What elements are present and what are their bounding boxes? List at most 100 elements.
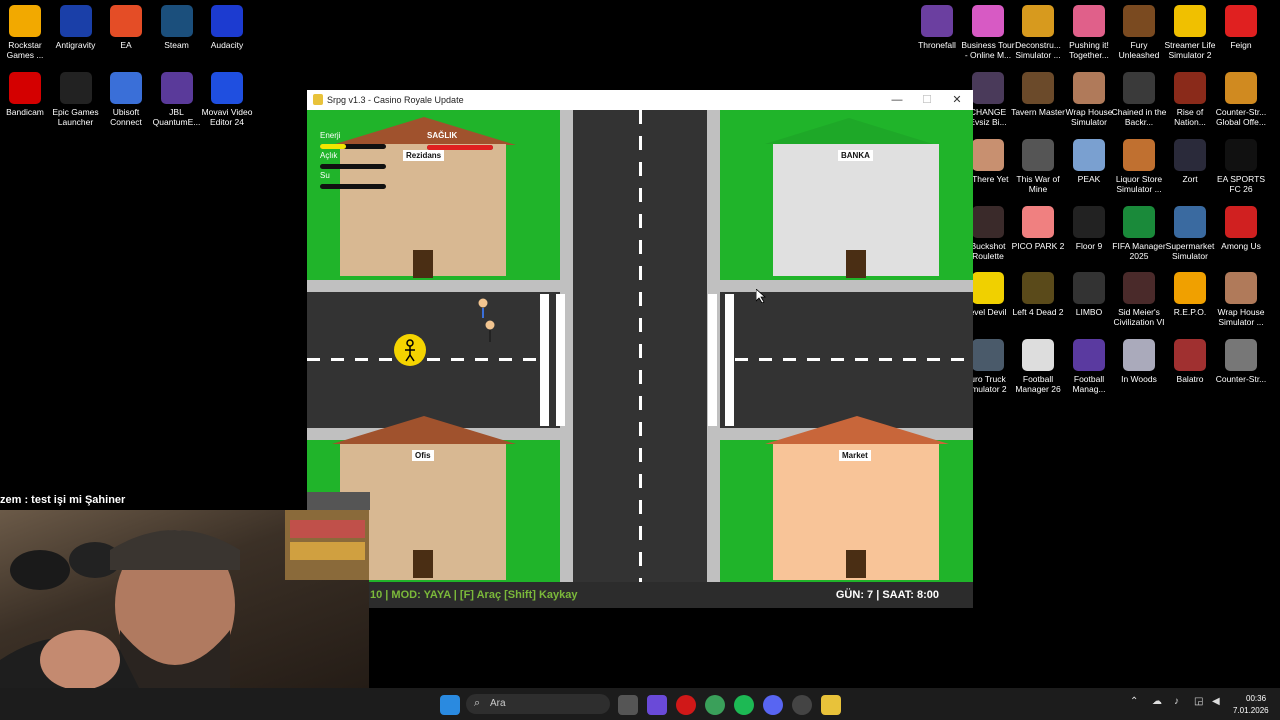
desktop-shortcut[interactable]: Wrap House Simulator [1061, 72, 1117, 127]
desktop-shortcut[interactable]: PEAK [1061, 139, 1117, 184]
clock-time[interactable]: 00:36 [1246, 694, 1266, 703]
desktop-shortcut-label: Business Tour - Online M... [961, 40, 1015, 60]
among-us-icon [1225, 206, 1257, 238]
game-window[interactable]: Srpg v1.3 - Casino Royale Update — ☐ ✕ R… [307, 90, 973, 608]
chat-overlay-box [307, 492, 370, 510]
desktop-shortcut[interactable]: Thronefall [909, 5, 965, 50]
tray-mic-icon[interactable]: ♪ [1174, 696, 1179, 707]
webcam-feed [0, 510, 369, 690]
tray-chevron-icon[interactable]: ⌃ [1130, 696, 1138, 707]
desktop-shortcut[interactable]: PICO PARK 2 [1010, 206, 1066, 251]
maximize-button[interactable]: ☐ [917, 92, 937, 108]
desktop-shortcut[interactable]: Steam [149, 5, 205, 50]
desktop-shortcut[interactable]: Wrap House Simulator ... [1213, 272, 1269, 327]
crosswalk-stripe [556, 294, 565, 426]
desktop-shortcut[interactable]: Business Tour - Online M... [960, 5, 1016, 60]
cs2-icon [1225, 339, 1257, 371]
lane-dash [451, 358, 464, 361]
desktop-shortcut-label: Balatro [1176, 374, 1204, 384]
desktop-shortcut-label: Supermarket Simulator [1165, 241, 1215, 261]
close-button[interactable]: ✕ [947, 92, 967, 108]
python-game-icon[interactable] [821, 695, 841, 715]
residence-door[interactable] [413, 250, 433, 278]
office-door[interactable] [413, 550, 433, 578]
desktop-shortcut[interactable]: Pushing it! Together... [1061, 5, 1117, 60]
desktop-shortcut[interactable]: R.E.P.O. [1162, 272, 1218, 317]
desktop-shortcut[interactable]: Sid Meier's Civilization VI [1111, 272, 1167, 327]
desktop-shortcut[interactable]: Supermarket Simulator [1162, 206, 1218, 261]
desktop-shortcut[interactable]: Antigravity [48, 5, 104, 50]
desktop-shortcut[interactable]: Counter-Str... [1213, 339, 1269, 384]
desktop-shortcut[interactable]: Rise of Nation... [1162, 72, 1218, 127]
start-windows-icon[interactable] [440, 695, 460, 715]
desktop-shortcut[interactable]: Ubisoft Connect [98, 72, 154, 127]
copilot-icon[interactable] [647, 695, 667, 715]
desktop-shortcut[interactable]: Liquor Store Simulator ... [1111, 139, 1167, 194]
desktop-shortcut[interactable]: Among Us [1213, 206, 1269, 251]
status-mode-text: 10 | MOD: YAYA | [F] Araç [Shift] Kaykay [370, 589, 578, 601]
desktop-shortcut[interactable]: EA SPORTS FC 26 [1213, 139, 1269, 194]
tray-network-icon[interactable]: ☁ [1152, 696, 1162, 707]
desktop-shortcut[interactable]: EA [98, 5, 154, 50]
desktop-shortcut-label: Rise of Nation... [1174, 107, 1206, 127]
window-title: Srpg v1.3 - Casino Royale Update [327, 95, 464, 105]
office-roof [332, 416, 516, 444]
desktop-shortcut[interactable]: Deconstru... Simulator ... [1010, 5, 1066, 60]
desktop-shortcut[interactable]: Football Manager 26 [1010, 339, 1066, 394]
desktop-shortcut-label: EA SPORTS FC 26 [1216, 174, 1266, 194]
taskbar [0, 688, 1280, 720]
game-canvas[interactable]: Rezidans BANKA Ofis Market Enerji Açlık [307, 110, 973, 582]
fm26-icon [1022, 339, 1054, 371]
bank-door[interactable] [846, 250, 866, 278]
desktop-shortcut[interactable]: Floor 9 [1061, 206, 1117, 251]
desktop-shortcut[interactable]: Audacity [199, 5, 255, 50]
lane-dash [307, 358, 320, 361]
ubisoft-icon [110, 72, 142, 104]
desktop-shortcut-label: Fury Unleashed [1118, 40, 1160, 60]
opera-icon[interactable] [676, 695, 696, 715]
desktop-shortcut[interactable]: Counter-Str... Global Offe... [1213, 72, 1269, 127]
discord-icon[interactable] [763, 695, 783, 715]
there-yet-icon [972, 139, 1004, 171]
desktop-shortcut[interactable]: FIFA Manager 2025 [1111, 206, 1167, 261]
desktop-shortcut[interactable]: Fury Unleashed [1111, 5, 1167, 60]
crosswalk-stripe [708, 294, 717, 426]
desktop-shortcut[interactable]: This War of Mine [1010, 139, 1066, 194]
obs-icon[interactable] [792, 695, 812, 715]
player-character [394, 334, 426, 366]
desktop-shortcut[interactable]: Tavern Master [1010, 72, 1066, 117]
lane-dash [639, 474, 642, 488]
clock-date[interactable]: 7.01.2026 [1233, 706, 1269, 715]
lane-dash [331, 358, 344, 361]
desktop-shortcut[interactable]: Football Manag... [1061, 339, 1117, 394]
lane-dash [355, 358, 368, 361]
taskbar-search[interactable]: ⌕ Ara [466, 694, 610, 714]
desktop-shortcut[interactable]: Rockstar Games ... [0, 5, 53, 60]
desktop-shortcut[interactable]: Streamer Life Simulator 2 [1162, 5, 1218, 60]
desktop-shortcut[interactable]: Chained in the Backr... [1111, 72, 1167, 127]
desktop-shortcut[interactable]: Epic Games Launcher [48, 72, 104, 127]
desktop-shortcut[interactable]: Balatro [1162, 339, 1218, 384]
desktop-shortcut[interactable]: Feign [1213, 5, 1269, 50]
lane-dash [639, 266, 642, 280]
desktop-shortcut[interactable]: In Woods [1111, 339, 1167, 384]
lane-dash [735, 358, 748, 361]
spotify-icon[interactable] [734, 695, 754, 715]
tray-wifi-icon[interactable]: ◲ [1194, 696, 1203, 707]
window-titlebar[interactable]: Srpg v1.3 - Casino Royale Update — ☐ ✕ [307, 90, 973, 110]
csgo-icon [1225, 72, 1257, 104]
task-view-icon[interactable] [618, 695, 638, 715]
lane-dash [855, 358, 868, 361]
chrome-icon[interactable] [705, 695, 725, 715]
market-door[interactable] [846, 550, 866, 578]
desktop-shortcut[interactable]: LIMBO [1061, 272, 1117, 317]
desktop-shortcut[interactable]: Bandicam [0, 72, 53, 117]
desktop-shortcut[interactable]: Zort [1162, 139, 1218, 184]
desktop-shortcut[interactable]: Movavi Video Editor 24 [199, 72, 255, 127]
limbo-icon [1073, 272, 1105, 304]
desktop-shortcut[interactable]: JBL QuantumE... [149, 72, 205, 127]
water-label: Su [320, 171, 330, 180]
desktop-shortcut[interactable]: Left 4 Dead 2 [1010, 272, 1066, 317]
minimize-button[interactable]: — [887, 92, 907, 108]
tray-volume-icon[interactable]: ◀ [1212, 696, 1220, 707]
